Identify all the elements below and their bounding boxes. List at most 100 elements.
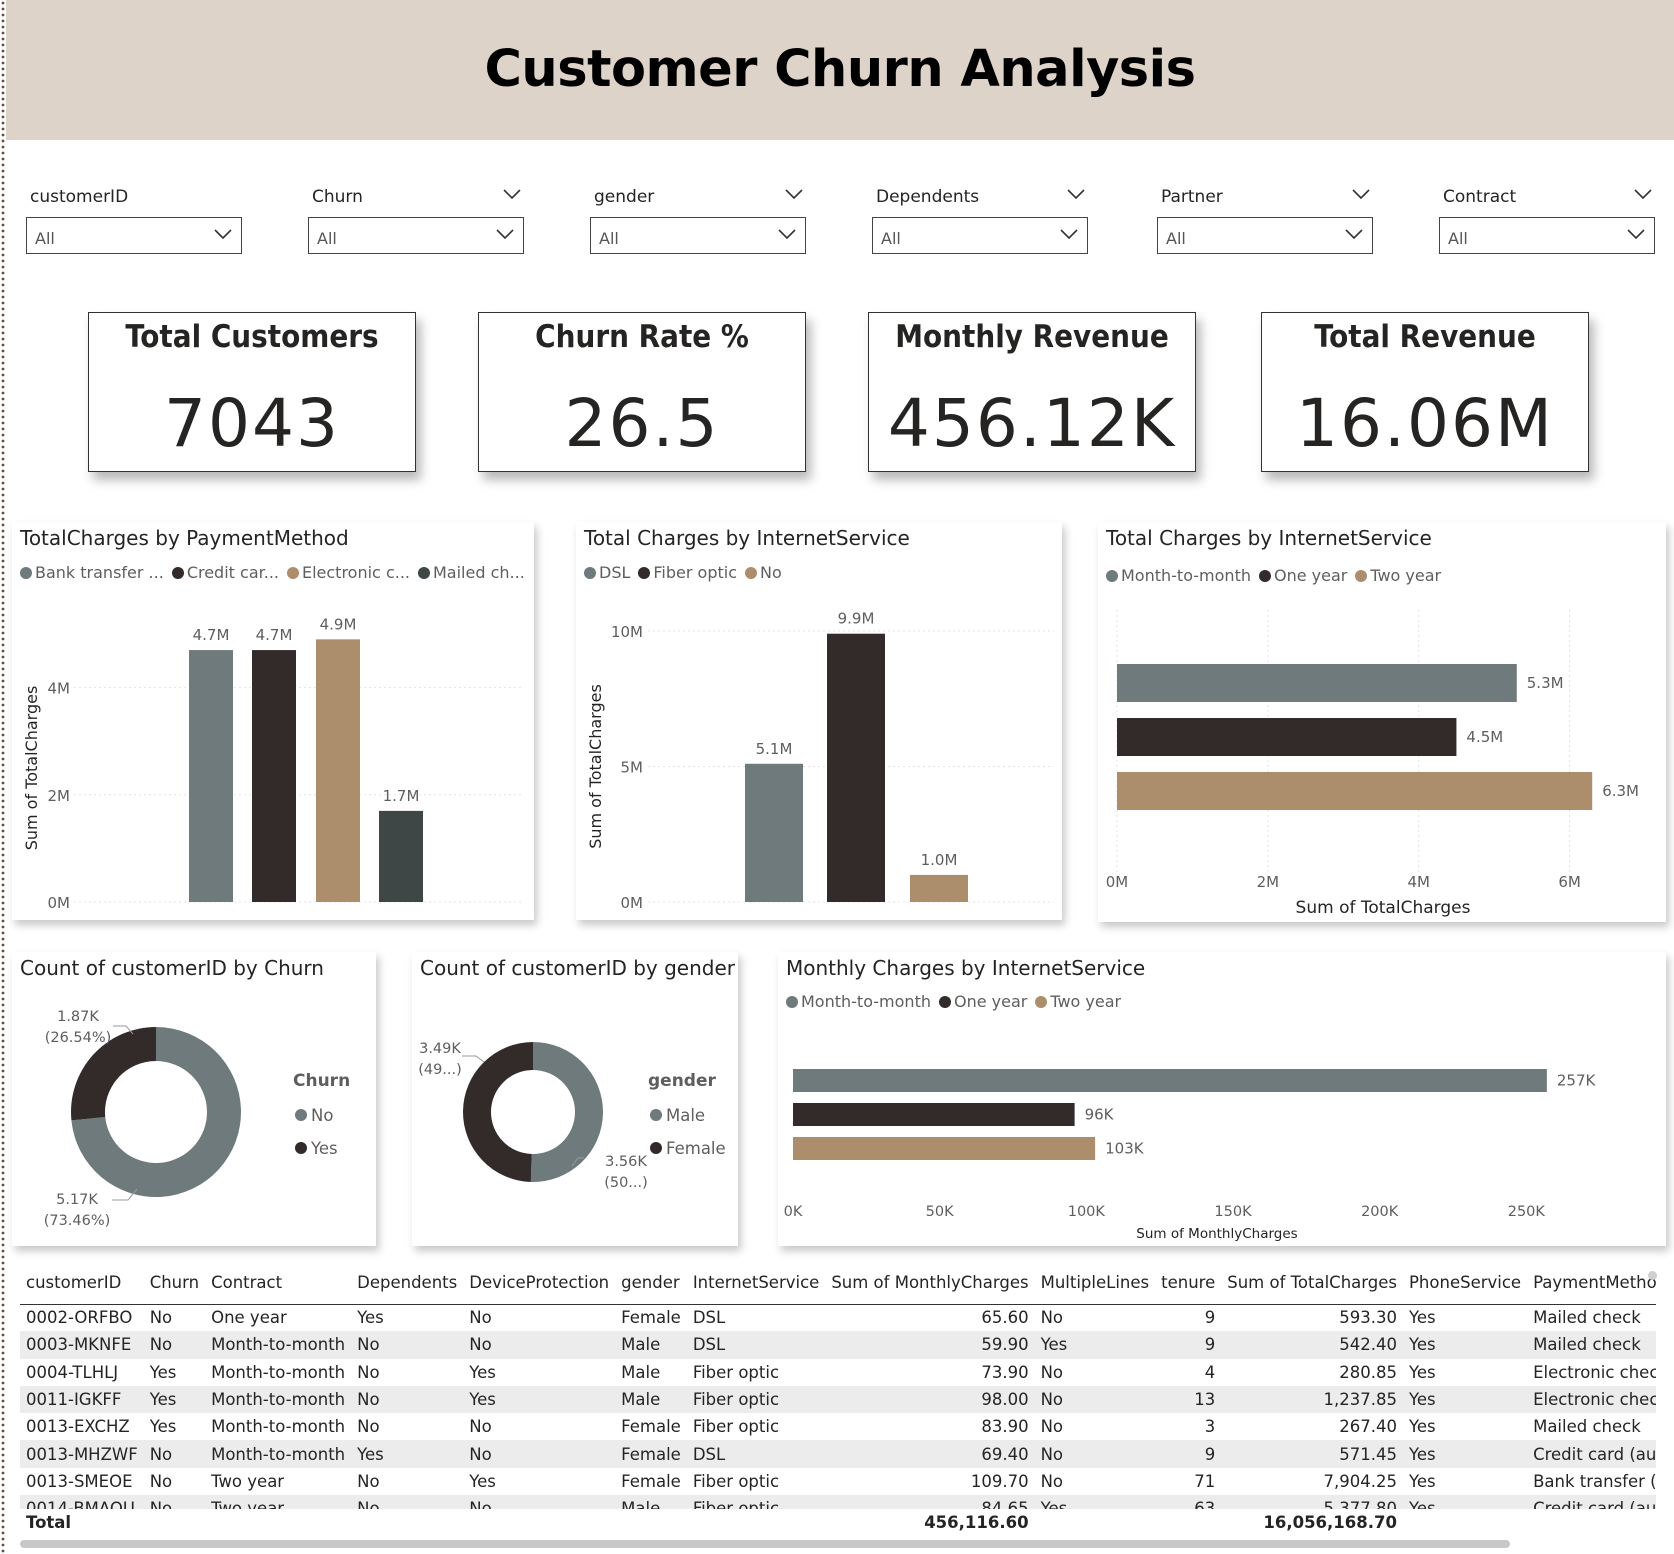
slicer-contract[interactable]: Contract All <box>1439 183 1655 255</box>
card-value: 26.5 <box>564 385 720 462</box>
table-cell: Bank transfer (automatic) <box>1533 1471 1656 1491</box>
table-cell: 0013-MHZWF <box>20 1440 144 1468</box>
chart-count-by-gender[interactable]: Count of customerID by gender 3.56K (50..… <box>412 952 738 1246</box>
table-cell: 542.40 <box>1221 1331 1403 1359</box>
chart-count-by-churn[interactable]: Count of customerID by Churn 5.17K (73.46… <box>12 952 376 1246</box>
data-label: 3.49K <box>419 1041 461 1057</box>
chart-totalcharges-by-internetservice[interactable]: Total Charges by InternetService DSL Fib… <box>576 522 1062 920</box>
slicer-churn[interactable]: Churn All <box>308 183 524 255</box>
column-header[interactable]: InternetService <box>687 1262 826 1304</box>
column-header[interactable]: gender <box>615 1262 687 1304</box>
table-cell: No <box>1040 1417 1064 1437</box>
table-row[interactable]: 0003-MKNFE No Month-to-month No No Male DSL 59.… <box>20 1331 1656 1359</box>
table-cell: No <box>1034 1440 1156 1468</box>
slicer-customerid[interactable]: customerID All <box>26 183 242 255</box>
x-tick-label: 0K <box>784 1204 803 1220</box>
slicer-label: gender <box>594 187 655 207</box>
table-cell: 9 <box>1204 1308 1216 1328</box>
slicer-dropdown[interactable]: All <box>26 217 242 254</box>
table-row[interactable]: 0004-TLHLJ Yes Month-to-month No Yes Male Fibe… <box>20 1359 1656 1386</box>
column-header[interactable]: Sum of MonthlyCharges <box>825 1262 1034 1304</box>
data-label: 96K <box>1085 1106 1115 1124</box>
table-cell: No <box>469 1417 492 1437</box>
slicer-label: Dependents <box>876 187 980 207</box>
scrollbar-horizontal[interactable] <box>20 1540 1510 1548</box>
slicer-value: All <box>1166 229 1186 248</box>
chevron-down-icon[interactable] <box>1633 187 1653 201</box>
table-cell: No <box>463 1331 616 1359</box>
chevron-down-icon <box>778 229 796 240</box>
x-tick-label: 50K <box>926 1204 954 1220</box>
table-cell: No <box>351 1331 464 1359</box>
column-header[interactable]: PaymentMethod <box>1527 1262 1656 1304</box>
slicer-dependents[interactable]: Dependents All <box>872 183 1088 255</box>
table-cell: 267.40 <box>1339 1417 1397 1437</box>
donut-chart-svg: 3.56K (50...) 3.49K (49...) gender Male Female <box>418 1041 725 1191</box>
page-title: Customer Churn Analysis <box>484 40 1196 99</box>
chevron-down-icon[interactable] <box>784 187 804 201</box>
table-row[interactable]: 0013-MHZWF No Month-to-month Yes No Female DSL… <box>20 1440 1656 1468</box>
data-label: 6.3M <box>1602 782 1639 800</box>
table-cell: Month-to-month <box>205 1440 352 1468</box>
table-cell: Female <box>615 1440 687 1468</box>
slicer-partner[interactable]: Partner All <box>1157 183 1373 255</box>
card-title: Monthly Revenue <box>895 319 1169 355</box>
column-header[interactable]: Churn <box>144 1262 205 1304</box>
table-cell: Female <box>621 1417 681 1437</box>
table-cell: Male <box>621 1362 661 1382</box>
table-cell: No <box>1040 1471 1064 1491</box>
scrollbar-thumb-vertical[interactable] <box>1648 1271 1657 1280</box>
slicer-dropdown[interactable]: All <box>872 217 1088 254</box>
table-row[interactable]: 0013-EXCHZ Yes Month-to-month No No Female Fib… <box>20 1413 1656 1440</box>
donut-slice <box>463 1042 533 1182</box>
slicer-value: All <box>599 229 619 248</box>
data-label: 1.0M <box>921 851 958 869</box>
column-header[interactable]: Sum of TotalCharges <box>1221 1262 1403 1304</box>
table-cell: Yes <box>1408 1308 1436 1328</box>
table-row[interactable]: 0002-ORFBO No One year Yes No Female DSL 65.60 N… <box>20 1304 1656 1331</box>
slicer-dropdown[interactable]: All <box>1157 217 1373 254</box>
y-tick-label: 5M <box>621 759 644 777</box>
column-header[interactable]: DeviceProtection <box>463 1262 615 1304</box>
slicer-gender[interactable]: gender All <box>590 183 806 255</box>
total-cell <box>1034 1507 1156 1536</box>
chevron-down-icon[interactable] <box>1351 187 1371 201</box>
chart-totalcharges-by-contract[interactable]: Total Charges by InternetService Month-t… <box>1098 522 1666 922</box>
chart-totalcharges-by-paymentmethod[interactable]: TotalCharges by PaymentMethod Bank trans… <box>12 522 534 920</box>
data-label: 1.7M <box>383 787 420 805</box>
column-header[interactable]: Dependents <box>351 1262 463 1304</box>
bar <box>316 639 360 902</box>
slicer-value: All <box>1448 229 1468 248</box>
table-cell: Yes <box>1408 1362 1436 1382</box>
chevron-down-icon[interactable] <box>1066 187 1086 201</box>
table-row[interactable]: 0011-IGKFF Yes Month-to-month No Yes Male Fibe… <box>20 1385 1656 1414</box>
slicer-dropdown[interactable]: All <box>1439 217 1655 254</box>
legend-label: Male <box>666 1106 705 1125</box>
column-header[interactable]: tenure <box>1155 1262 1221 1304</box>
table-cell: Yes <box>469 1362 496 1382</box>
kpi-card-churn-rate: Churn Rate % 26.5 <box>478 312 806 472</box>
data-table[interactable]: customerID Churn Contract Dependents DeviceP… <box>16 1262 1656 1554</box>
kpi-card-total-customers: Total Customers 7043 <box>88 312 416 472</box>
bar <box>1117 772 1593 810</box>
column-header[interactable]: MultipleLines <box>1035 1262 1156 1304</box>
table-cell: DSL <box>692 1308 726 1328</box>
slicer-label: Contract <box>1443 187 1517 207</box>
column-header[interactable]: PhoneService <box>1403 1262 1527 1304</box>
column-header[interactable]: Contract <box>205 1262 351 1304</box>
data-label: 4.5M <box>1466 728 1503 746</box>
table-cell: Yes <box>1034 1331 1156 1359</box>
slicer-dropdown[interactable]: All <box>308 217 524 254</box>
chevron-down-icon <box>214 229 232 240</box>
total-cell <box>143 1507 206 1536</box>
slicer-dropdown[interactable]: All <box>590 217 806 254</box>
table-cell: No <box>1040 1362 1064 1382</box>
chart-monthlycharges-by-contract[interactable]: Monthly Charges by InternetService Month… <box>778 952 1666 1246</box>
table-row[interactable]: 0013-SMEOE No Two year No Yes Female Fiber opt… <box>20 1468 1656 1495</box>
x-axis-label: Sum of MonthlyCharges <box>1136 1226 1297 1242</box>
card-title: Total Customers <box>125 319 379 355</box>
column-header[interactable]: customerID <box>20 1262 144 1304</box>
table-cell: 69.40 <box>825 1440 1035 1468</box>
chevron-down-icon[interactable] <box>502 187 522 201</box>
table-cell: Female <box>621 1471 681 1491</box>
